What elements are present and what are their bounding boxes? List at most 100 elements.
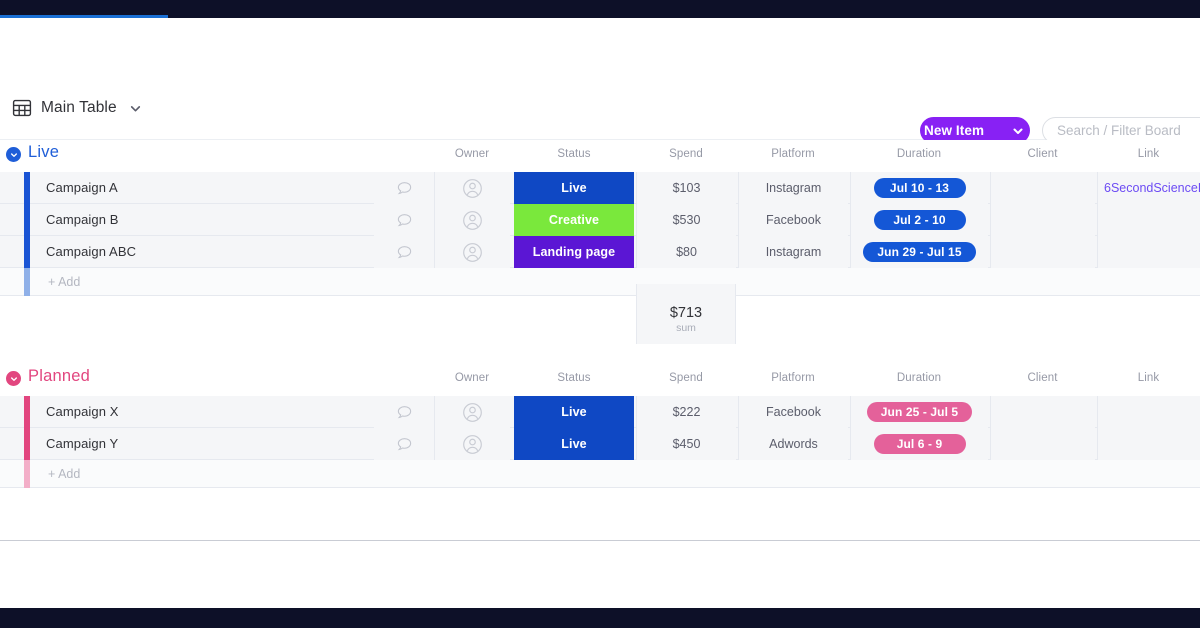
chevron-down-icon[interactable] bbox=[126, 102, 142, 115]
cell-client[interactable] bbox=[990, 172, 1095, 204]
duration-badge[interactable]: Jun 29 - Jul 15 bbox=[863, 242, 976, 262]
row-color-accent bbox=[24, 172, 30, 204]
status-badge[interactable]: Live bbox=[514, 428, 634, 460]
add-item-label[interactable]: + Add bbox=[48, 460, 80, 488]
cell-owner[interactable] bbox=[434, 428, 510, 460]
column-header-owner[interactable]: Owner bbox=[434, 372, 510, 384]
add-item-label[interactable]: + Add bbox=[48, 268, 80, 296]
cell-link[interactable] bbox=[1097, 396, 1200, 428]
column-header-status[interactable]: Status bbox=[514, 372, 634, 384]
cell-platform[interactable]: Facebook bbox=[738, 204, 848, 236]
row-color-accent bbox=[24, 204, 30, 236]
cell-status[interactable]: Live bbox=[514, 428, 634, 460]
status-badge[interactable]: Creative bbox=[514, 204, 634, 236]
cell-client[interactable] bbox=[990, 428, 1095, 460]
column-header-duration[interactable]: Duration bbox=[850, 148, 988, 160]
cell-status[interactable]: Live bbox=[514, 172, 634, 204]
column-header-spend[interactable]: Spend bbox=[636, 148, 736, 160]
browser-top-bar bbox=[0, 0, 1200, 18]
cell-platform[interactable]: Instagram bbox=[738, 172, 848, 204]
row-updates-button[interactable] bbox=[374, 428, 434, 460]
table-row[interactable]: Campaign ABC Landing page $80 Instagram Jun … bbox=[0, 236, 1200, 268]
table-row[interactable]: Campaign Y Live $450 Adwords Jul 6 - 9 bbox=[0, 428, 1200, 460]
cell-spend[interactable]: $80 bbox=[636, 236, 736, 268]
cell-link[interactable] bbox=[1097, 428, 1200, 460]
row-updates-button[interactable] bbox=[374, 204, 434, 236]
add-item-row[interactable]: + Add bbox=[0, 268, 1200, 296]
group-rows: Campaign A Live $103 Instagram Jul 10 - 13 6S… bbox=[0, 172, 1200, 296]
column-header-duration[interactable]: Duration bbox=[850, 372, 988, 384]
cell-spend[interactable]: $450 bbox=[636, 428, 736, 460]
cell-platform[interactable]: Facebook bbox=[738, 396, 848, 428]
cell-status[interactable]: Landing page bbox=[514, 236, 634, 268]
cell-status[interactable]: Live bbox=[514, 396, 634, 428]
row-updates-button[interactable] bbox=[374, 172, 434, 204]
cell-client[interactable] bbox=[990, 236, 1095, 268]
cell-duration[interactable]: Jun 25 - Jul 5 bbox=[850, 396, 988, 428]
duration-badge[interactable]: Jul 2 - 10 bbox=[873, 210, 966, 230]
summary-spend-cell[interactable]: $713 sum bbox=[636, 296, 736, 344]
row-item-name[interactable]: Campaign B bbox=[46, 204, 119, 236]
cell-spend[interactable]: $103 bbox=[636, 172, 736, 204]
cell-link[interactable] bbox=[1097, 204, 1200, 236]
cell-client[interactable] bbox=[990, 396, 1095, 428]
table-row[interactable]: Campaign X Live $222 Facebook Jun 25 - Jul 5 bbox=[0, 396, 1200, 428]
cell-duration[interactable]: Jul 10 - 13 bbox=[850, 172, 988, 204]
cell-link[interactable] bbox=[1097, 236, 1200, 268]
browser-bottom-bar bbox=[0, 608, 1200, 628]
row-color-accent bbox=[24, 236, 30, 268]
column-header-platform[interactable]: Platform bbox=[738, 372, 848, 384]
column-header-platform[interactable]: Platform bbox=[738, 148, 848, 160]
cell-owner[interactable] bbox=[434, 172, 510, 204]
table-row[interactable]: Campaign B Creative $530 Facebook Jul 2 - 10 bbox=[0, 204, 1200, 236]
table-row[interactable]: Campaign A Live $103 Instagram Jul 10 - 13 6S… bbox=[0, 172, 1200, 204]
column-header-link[interactable]: Link bbox=[1097, 148, 1200, 160]
row-updates-button[interactable] bbox=[374, 396, 434, 428]
column-header-spend[interactable]: Spend bbox=[636, 372, 736, 384]
column-header-status[interactable]: Status bbox=[514, 148, 634, 160]
board-toolbar: Main Table New Item bbox=[0, 18, 1200, 144]
cell-owner[interactable] bbox=[434, 236, 510, 268]
column-header-owner[interactable]: Owner bbox=[434, 148, 510, 160]
add-row-accent bbox=[24, 460, 30, 488]
column-header-client[interactable]: Client bbox=[990, 148, 1095, 160]
cell-duration[interactable]: Jul 6 - 9 bbox=[850, 428, 988, 460]
link-url-text[interactable]: 6SecondScienceFa bbox=[1104, 181, 1200, 195]
group-gap bbox=[0, 344, 1200, 364]
row-item-name[interactable]: Campaign Y bbox=[46, 428, 118, 460]
duration-badge[interactable]: Jul 10 - 13 bbox=[873, 178, 966, 198]
cell-status[interactable]: Creative bbox=[514, 204, 634, 236]
row-item-name[interactable]: Campaign X bbox=[46, 396, 119, 428]
group-planned: Planned Owner Status Spend Platform Duration C… bbox=[0, 364, 1200, 488]
duration-badge[interactable]: Jul 6 - 9 bbox=[873, 434, 966, 454]
cell-platform[interactable]: Adwords bbox=[738, 428, 848, 460]
chevron-down-icon bbox=[1012, 125, 1024, 137]
row-item-name[interactable]: Campaign ABC bbox=[46, 236, 136, 268]
cell-spend[interactable]: $222 bbox=[636, 396, 736, 428]
app-screen: Main Table New Item LiveOwnerStatusSpend… bbox=[0, 0, 1200, 628]
column-header-row: Owner Status Spend Platform Duration Client Li… bbox=[0, 372, 1200, 390]
cell-spend[interactable]: $530 bbox=[636, 204, 736, 236]
cell-client[interactable] bbox=[990, 204, 1095, 236]
cell-owner[interactable] bbox=[434, 396, 510, 428]
column-header-row: Owner Status Spend Platform Duration Client Li… bbox=[0, 148, 1200, 166]
cell-duration[interactable]: Jul 2 - 10 bbox=[850, 204, 988, 236]
duration-badge[interactable]: Jun 25 - Jul 5 bbox=[866, 402, 973, 422]
status-badge[interactable]: Landing page bbox=[514, 236, 634, 268]
status-badge[interactable]: Live bbox=[514, 396, 634, 428]
row-item-name[interactable]: Campaign A bbox=[46, 172, 118, 204]
cell-link[interactable]: 6SecondScienceFa bbox=[1097, 172, 1200, 204]
group-live: Live Owner Status Spend Platform Duration Clie… bbox=[0, 140, 1200, 344]
row-updates-button[interactable] bbox=[374, 236, 434, 268]
summary-spacer bbox=[636, 284, 736, 296]
group-rows: Campaign X Live $222 Facebook Jun 25 - Jul 5… bbox=[0, 396, 1200, 488]
column-header-client[interactable]: Client bbox=[990, 372, 1095, 384]
view-switcher[interactable]: Main Table bbox=[12, 98, 142, 118]
column-header-link[interactable]: Link bbox=[1097, 372, 1200, 384]
cell-platform[interactable]: Instagram bbox=[738, 236, 848, 268]
cell-owner[interactable] bbox=[434, 204, 510, 236]
status-badge[interactable]: Live bbox=[514, 172, 634, 204]
add-item-row[interactable]: + Add bbox=[0, 460, 1200, 488]
cell-duration[interactable]: Jun 29 - Jul 15 bbox=[850, 236, 988, 268]
group-list: Live Owner Status Spend Platform Duration Clie… bbox=[0, 140, 1200, 541]
